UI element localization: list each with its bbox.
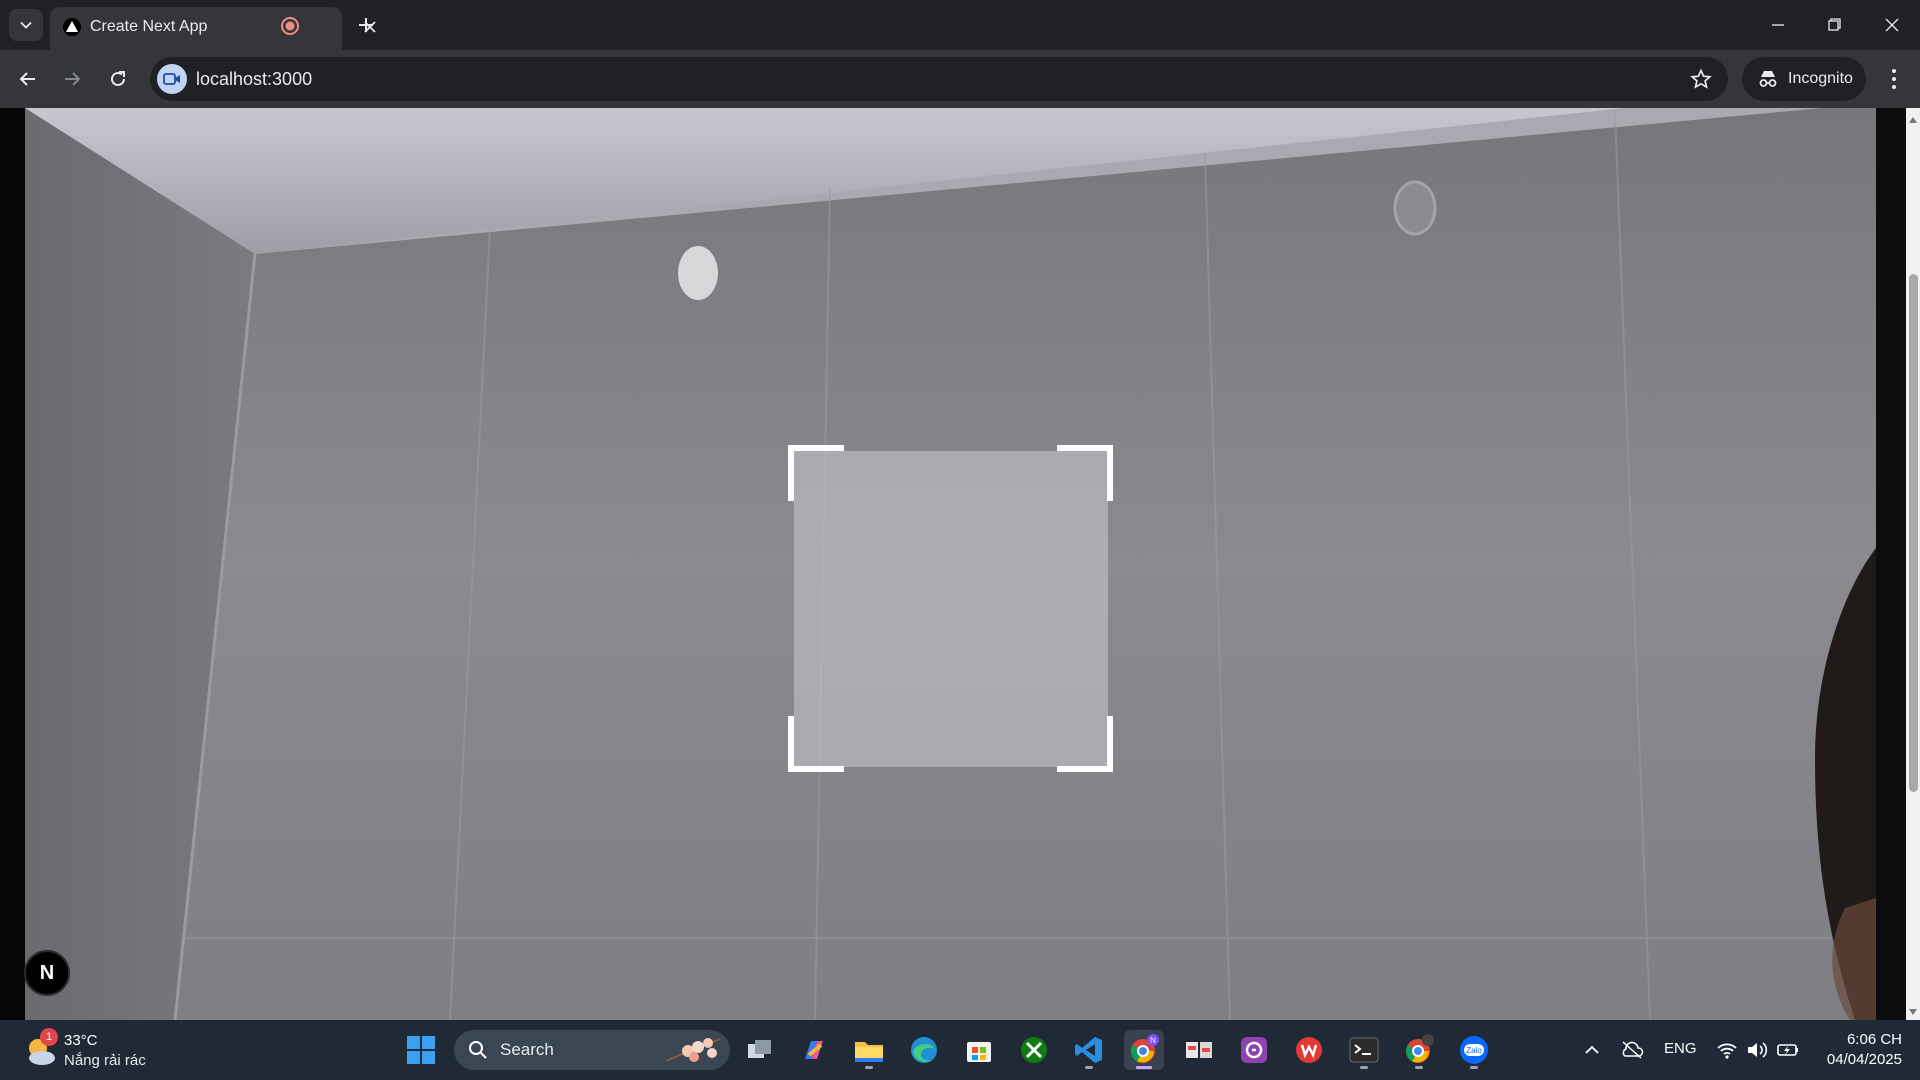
copilot-icon[interactable]	[794, 1030, 834, 1070]
show-hidden-icons-chevron-icon[interactable]	[1582, 1040, 1602, 1065]
minimize-icon	[1772, 24, 1784, 26]
arrow-left-icon	[19, 72, 35, 86]
terminal-icon[interactable]	[1344, 1030, 1384, 1070]
restore-icon	[1828, 18, 1841, 31]
back-button[interactable]	[14, 65, 42, 93]
nextjs-dev-indicator[interactable]: N	[24, 950, 70, 996]
page-right-edge	[1876, 108, 1906, 1020]
edge-icon[interactable]	[904, 1030, 944, 1070]
browser-menu-button[interactable]	[1882, 66, 1906, 92]
wps-office-icon[interactable]	[1289, 1030, 1329, 1070]
page-left-edge	[0, 108, 25, 1020]
search-highlight-art-icon	[664, 1035, 722, 1065]
active-indicator	[1136, 1066, 1152, 1069]
incognito-icon	[1759, 71, 1777, 87]
clock-time: 6:06 CH	[1846, 1031, 1902, 1048]
bookmark-star-icon[interactable]	[1690, 68, 1712, 90]
new-tab-button[interactable]	[354, 13, 378, 37]
plus-icon	[359, 18, 373, 32]
reload-button[interactable]	[104, 65, 132, 93]
windows-taskbar: 1 33°C Nắng rải rác Search N Zalo ENG 6:…	[0, 1020, 1920, 1080]
tab-title: Create Next App	[90, 18, 208, 35]
svg-text:Zalo: Zalo	[1466, 1046, 1482, 1055]
browser-toolbar: localhost:3000 Incognito	[0, 50, 1920, 108]
microsoft-store-icon[interactable]	[959, 1030, 999, 1070]
svg-text:N: N	[1150, 1036, 1156, 1045]
minimize-button[interactable]	[1766, 14, 1790, 36]
zalo-icon[interactable]: Zalo	[1454, 1030, 1494, 1070]
wifi-icon[interactable]	[1716, 1040, 1738, 1065]
search-icon	[468, 1040, 488, 1060]
url-text[interactable]: localhost:3000	[196, 69, 312, 90]
address-bar[interactable]: localhost:3000	[150, 57, 1728, 101]
running-indicator	[865, 1066, 873, 1069]
scan-corner-bottom-left	[788, 716, 844, 772]
weather-description: Nắng rải rác	[64, 1052, 146, 1069]
forward-button[interactable]	[58, 65, 86, 93]
file-explorer-icon[interactable]	[849, 1030, 889, 1070]
tab-search-button[interactable]	[9, 9, 43, 41]
snipping-tool-icon[interactable]	[1179, 1030, 1219, 1070]
clock-date: 04/04/2025	[1826, 1051, 1902, 1068]
restore-button[interactable]	[1822, 14, 1846, 36]
close-icon	[1885, 18, 1899, 32]
scan-corner-top-right	[1057, 445, 1113, 501]
reload-icon	[111, 71, 125, 86]
nextjs-badge-letter: N	[39, 961, 55, 984]
scan-corner-top-left	[788, 445, 844, 501]
system-clock[interactable]: 6:06 CH 04/04/2025	[1816, 1030, 1902, 1070]
running-indicator	[1470, 1066, 1478, 1069]
scrollbar-thumb[interactable]	[1909, 274, 1918, 792]
scroll-down-arrow-icon[interactable]	[1908, 1004, 1918, 1015]
language-indicator[interactable]: ENG	[1664, 1040, 1697, 1057]
messenger-icon[interactable]	[1234, 1030, 1274, 1070]
camera-in-use-icon[interactable]	[157, 64, 187, 94]
chevron-down-icon	[20, 21, 32, 29]
nextjs-favicon-icon	[62, 17, 82, 37]
vertical-scrollbar[interactable]	[1906, 108, 1920, 1020]
incognito-label: Incognito	[1788, 70, 1853, 87]
recording-indicator-icon	[280, 16, 300, 36]
weather-temperature: 33°C	[64, 1032, 98, 1049]
vscode-icon[interactable]	[1069, 1030, 1109, 1070]
onedrive-offline-icon[interactable]	[1620, 1040, 1644, 1065]
tab-strip: Create Next App	[0, 0, 1920, 50]
weather-badge: 1	[40, 1028, 58, 1046]
arrow-right-icon	[65, 72, 81, 86]
windows-logo-icon	[407, 1036, 435, 1064]
incognito-indicator[interactable]: Incognito	[1742, 57, 1866, 101]
close-window-button[interactable]	[1880, 14, 1904, 36]
scroll-up-arrow-icon[interactable]	[1908, 112, 1918, 123]
battery-charging-icon[interactable]	[1776, 1040, 1800, 1065]
scan-corner-bottom-right	[1057, 716, 1113, 772]
more-vertical-icon	[1892, 69, 1896, 89]
volume-icon[interactable]	[1746, 1040, 1768, 1065]
weather-widget[interactable]: 1 33°C Nắng rải rác	[24, 1028, 184, 1072]
running-indicator	[1360, 1066, 1368, 1069]
chrome-icon[interactable]: N	[1124, 1030, 1164, 1070]
chrome-profile-icon[interactable]	[1399, 1030, 1439, 1070]
task-view-icon[interactable]	[740, 1030, 780, 1070]
browser-tab[interactable]: Create Next App	[50, 7, 376, 50]
running-indicator	[1085, 1066, 1093, 1069]
search-label: Search	[500, 1040, 554, 1059]
xbox-icon[interactable]	[1014, 1030, 1054, 1070]
windows-start-button[interactable]	[406, 1035, 436, 1065]
running-indicator	[1415, 1066, 1423, 1069]
taskbar-search[interactable]: Search	[454, 1030, 730, 1070]
